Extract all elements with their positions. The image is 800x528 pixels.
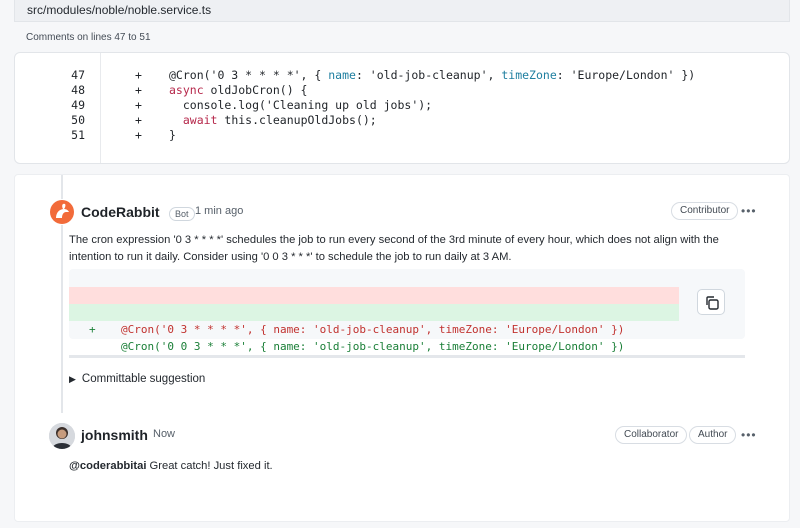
bot-comment-time[interactable]: 1 min ago [195, 205, 243, 217]
bot-badge: Bot [169, 207, 195, 221]
diff-row-added: + @Cron('0 0 3 * * *', { name: 'old-job-… [69, 304, 679, 353]
file-path-bar: src/modules/noble/noble.service.ts [14, 0, 790, 22]
diff-plus: + [89, 323, 96, 336]
diff-row-deleted: - @Cron('0 3 * * * *', { name: 'old-job-… [69, 287, 679, 336]
diff-plus: + [135, 128, 142, 142]
bot-author-name[interactable]: CodeRabbit [81, 204, 160, 220]
reply-time[interactable]: Now [153, 428, 175, 440]
suggestion-diff: - @Cron('0 3 * * * *', { name: 'old-job-… [69, 269, 745, 353]
code-token: async [169, 83, 204, 97]
code-token: timeZone [501, 68, 557, 82]
user-avatar-icon [49, 423, 75, 449]
code-snippet: 47 + @Cron('0 3 * * * *', { name: 'old-job… [14, 52, 790, 164]
comments-on-lines: Comments on lines 47 to 51 [26, 32, 151, 43]
triangle-right-icon: ▶ [69, 374, 76, 384]
code-line: 51 +} [15, 126, 789, 144]
code-token: : 'Europe/London' }) [556, 68, 696, 82]
johnsmith-avatar[interactable] [49, 423, 75, 449]
bot-comment-text-line-1: The cron expression '0 3 * * * *' schedu… [69, 234, 719, 246]
reply-author-name[interactable]: johnsmith [81, 427, 148, 443]
code-token: oldJobCron() { [203, 83, 308, 97]
collaborator-badge: Collaborator [615, 426, 688, 444]
code-token: name [328, 68, 356, 82]
copy-button[interactable] [697, 289, 725, 315]
committable-suggestion-toggle[interactable]: ▶ Committable suggestion [69, 373, 205, 385]
code-token: } [169, 128, 176, 142]
bot-comment-more-icon[interactable]: ••• [741, 204, 757, 218]
bot-comment-text-line-2: intention to run it daily. Consider usin… [69, 251, 512, 263]
reply-more-icon[interactable]: ••• [741, 428, 757, 442]
line-number[interactable]: 51 [15, 126, 85, 144]
diff-added-text: @Cron('0 0 3 * * *', { name: 'old-job-cl… [121, 340, 625, 353]
reply-message: Great catch! Just fixed it. [146, 460, 273, 472]
code-token: this.cleanupOldJobs(); [217, 113, 377, 127]
rabbit-logo-icon [50, 200, 74, 224]
reply-text: @coderabbitai Great catch! Just fixed it… [69, 457, 273, 475]
review-thread: CodeRabbit Bot 1 min ago Contributor •••… [14, 174, 790, 522]
code-token: await [182, 113, 218, 127]
code-token: @Cron('0 3 * * * *', { [169, 68, 329, 82]
coderabbit-avatar[interactable] [49, 199, 75, 225]
suggestion-divider [69, 355, 745, 358]
diff-deleted-text: @Cron('0 3 * * * *', { name: 'old-job-cl… [121, 323, 625, 336]
code-token: : 'old-job-cleanup', [355, 68, 502, 82]
contributor-badge: Contributor [671, 202, 739, 220]
code-text: } [169, 126, 176, 144]
committable-suggestion-label: Committable suggestion [81, 373, 206, 385]
mention-link[interactable]: @coderabbitai [69, 460, 146, 472]
code-token: console.log('Cleaning up old jobs'); [169, 98, 433, 112]
author-badge: Author [689, 426, 737, 444]
copy-icon [706, 296, 719, 310]
file-path[interactable]: src/modules/noble/noble.service.ts [27, 3, 211, 17]
